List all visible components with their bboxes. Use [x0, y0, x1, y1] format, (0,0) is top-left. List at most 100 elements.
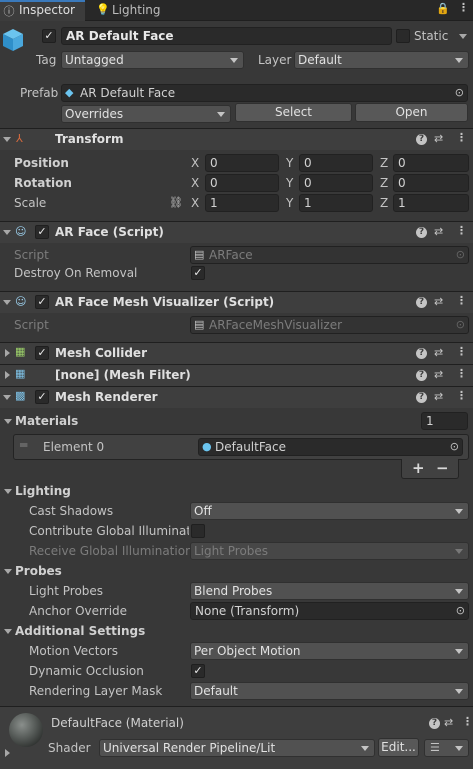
- preset-icon[interactable]: ⇄: [434, 132, 443, 145]
- component-menu-icon[interactable]: ⋮: [456, 345, 467, 358]
- motion-vectors-dropdown[interactable]: Per Object Motion: [190, 642, 469, 660]
- layer-value: Default: [298, 53, 342, 67]
- preset-icon[interactable]: ⇄: [444, 716, 453, 729]
- select-button[interactable]: Select: [235, 103, 352, 122]
- shader-options-dropdown[interactable]: ☰: [424, 739, 469, 757]
- help-icon[interactable]: ?: [429, 718, 440, 729]
- materials-label[interactable]: Materials: [15, 414, 78, 428]
- scale-y-field[interactable]: 1: [299, 194, 373, 212]
- preset-icon[interactable]: ⇄: [434, 390, 443, 403]
- object-picker-icon[interactable]: ⊙: [450, 439, 459, 455]
- position-x-field[interactable]: 0: [205, 154, 279, 172]
- kebab-menu-icon[interactable]: ⋮: [458, 1, 469, 14]
- additional-settings-title[interactable]: Additional Settings: [15, 624, 145, 638]
- lighting-section-title[interactable]: Lighting: [15, 484, 71, 498]
- mesh-renderer-foldout[interactable]: [3, 395, 11, 400]
- shader-dropdown[interactable]: Universal Render Pipeline/Lit: [99, 739, 375, 757]
- rotation-z-field[interactable]: 0: [393, 174, 469, 192]
- object-picker-icon[interactable]: ⊙: [455, 85, 464, 101]
- lock-icon[interactable]: 🔒: [436, 2, 450, 15]
- material-section: DefaultFace (Material) ? ⇄ ⋮ Shader Univ…: [0, 706, 473, 769]
- component-menu-icon[interactable]: ⋮: [456, 367, 467, 380]
- rotation-y-axis: Y: [286, 176, 294, 190]
- active-checkbox[interactable]: ✓: [42, 29, 56, 43]
- mesh-renderer-title: Mesh Renderer: [55, 390, 158, 404]
- add-element-button[interactable]: +: [412, 459, 425, 477]
- tab-lighting[interactable]: 💡 Lighting: [88, 0, 178, 21]
- transform-foldout[interactable]: [3, 137, 11, 142]
- object-picker-icon[interactable]: ⊙: [456, 603, 465, 619]
- tag-dropdown[interactable]: Untagged: [61, 51, 244, 69]
- open-button[interactable]: Open: [355, 103, 468, 122]
- help-icon[interactable]: ?: [416, 348, 427, 359]
- ar-face-enabled-checkbox[interactable]: ✓: [35, 225, 49, 239]
- materials-count-field[interactable]: 1: [421, 412, 468, 430]
- help-icon[interactable]: ?: [416, 134, 427, 145]
- scale-x-field[interactable]: 1: [205, 194, 279, 212]
- cast-shadows-dropdown[interactable]: Off: [190, 502, 469, 520]
- ar-face-header[interactable]: ☺ ✓ AR Face (Script) ? ⇄ ⋮: [0, 221, 473, 243]
- scale-z-field[interactable]: 1: [393, 194, 469, 212]
- remove-element-button[interactable]: −: [436, 459, 449, 477]
- reorder-handle-icon[interactable]: ═: [20, 438, 27, 452]
- mesh-collider-foldout[interactable]: [5, 349, 10, 357]
- component-menu-icon[interactable]: ⋮: [456, 294, 467, 307]
- help-icon[interactable]: ?: [416, 227, 427, 238]
- element-0-field[interactable]: ● DefaultFace ⊙: [198, 438, 463, 456]
- position-y-field[interactable]: 0: [299, 154, 373, 172]
- ar-face-foldout[interactable]: [3, 230, 11, 235]
- component-menu-icon[interactable]: ⋮: [456, 224, 467, 237]
- preset-icon[interactable]: ⇄: [434, 225, 443, 238]
- mesh-renderer-header[interactable]: ▩ ✓ Mesh Renderer ? ⇄ ⋮: [0, 386, 473, 408]
- position-z-field[interactable]: 0: [393, 154, 469, 172]
- help-icon[interactable]: ?: [416, 297, 427, 308]
- layer-dropdown[interactable]: Default: [294, 51, 469, 69]
- help-icon[interactable]: ?: [416, 392, 427, 403]
- shader-edit-button[interactable]: Edit...: [378, 738, 419, 757]
- transform-header[interactable]: ⅄ Transform ? ⇄ ⋮: [0, 128, 473, 150]
- ar-face-mesh-header[interactable]: ☺ ✓ AR Face Mesh Visualizer (Script) ? ⇄…: [0, 291, 473, 313]
- link-icon[interactable]: ⛓: [169, 196, 183, 209]
- rendering-layer-mask-dropdown[interactable]: Default: [190, 682, 469, 700]
- ar-face-mesh-enabled-checkbox[interactable]: ✓: [35, 295, 49, 309]
- cast-shadows-label: Cast Shadows: [29, 504, 114, 518]
- tag-label: Tag: [36, 53, 57, 67]
- rotation-x-field[interactable]: 0: [205, 174, 279, 192]
- probes-section-title[interactable]: Probes: [15, 564, 62, 578]
- component-menu-icon[interactable]: ⋮: [456, 389, 467, 402]
- mesh-renderer-enabled-checkbox[interactable]: ✓: [35, 390, 49, 404]
- mesh-filter-foldout[interactable]: [5, 371, 10, 379]
- material-foldout[interactable]: [5, 749, 10, 757]
- static-dropdown-arrow[interactable]: [459, 34, 467, 39]
- probes-foldout[interactable]: [4, 569, 12, 574]
- component-menu-icon[interactable]: ⋮: [456, 131, 467, 144]
- additional-settings-foldout[interactable]: [4, 629, 12, 634]
- object-name-field[interactable]: AR Default Face: [61, 27, 392, 45]
- prefab-field[interactable]: ◆ AR Default Face ⊙: [61, 84, 468, 102]
- element-0-value: DefaultFace: [215, 440, 286, 454]
- shader-label: Shader: [48, 741, 91, 755]
- destroy-on-removal-checkbox[interactable]: ✓: [191, 266, 205, 280]
- light-probes-dropdown[interactable]: Blend Probes: [190, 582, 469, 600]
- help-icon[interactable]: ?: [416, 370, 427, 381]
- preset-icon[interactable]: ⇄: [434, 346, 443, 359]
- static-checkbox[interactable]: [396, 29, 410, 43]
- dynamic-occlusion-checkbox[interactable]: ✓: [191, 664, 205, 678]
- shader-value: Universal Render Pipeline/Lit: [103, 741, 276, 755]
- materials-foldout[interactable]: [4, 419, 12, 424]
- anchor-override-field[interactable]: None (Transform) ⊙: [190, 602, 469, 620]
- preset-icon[interactable]: ⇄: [434, 368, 443, 381]
- mesh-collider-header[interactable]: ▦ ✓ Mesh Collider ? ⇄ ⋮: [0, 342, 473, 364]
- tab-inspector[interactable]: ⓘ Inspector: [0, 0, 85, 21]
- rotation-label: Rotation: [14, 176, 72, 190]
- mesh-filter-header[interactable]: ▦ [none] (Mesh Filter) ? ⇄ ⋮: [0, 364, 473, 386]
- component-menu-icon[interactable]: ⋮: [462, 715, 473, 728]
- rotation-y-field[interactable]: 0: [299, 174, 373, 192]
- lighting-foldout[interactable]: [4, 489, 12, 494]
- scale-x-axis: X: [191, 196, 200, 210]
- preset-icon[interactable]: ⇄: [434, 295, 443, 308]
- mesh-collider-enabled-checkbox[interactable]: ✓: [35, 346, 49, 360]
- ar-face-mesh-foldout[interactable]: [3, 300, 11, 305]
- overrides-dropdown[interactable]: Overrides: [61, 105, 231, 123]
- contribute-gi-checkbox[interactable]: [191, 524, 205, 538]
